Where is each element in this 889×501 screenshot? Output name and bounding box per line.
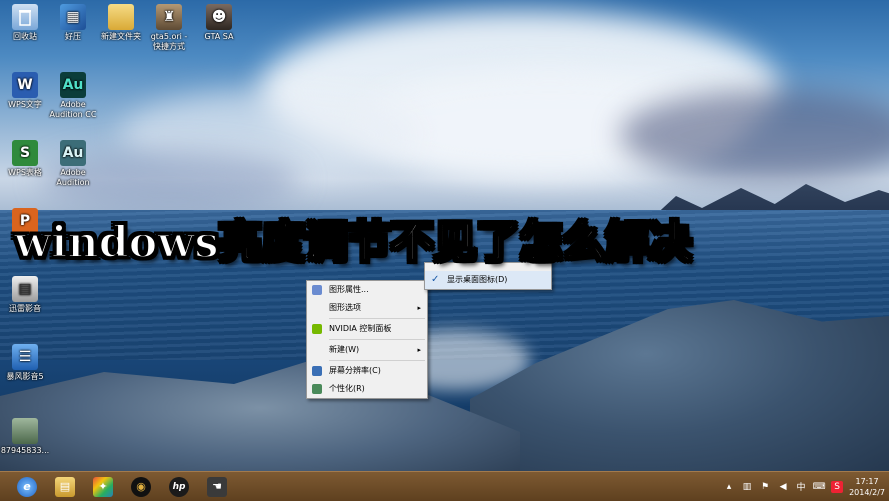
desktop-icon-label: 回收站 [13,32,37,41]
desktop-icon-gta5-shortcut[interactable]: ♜ gta5.ori - 快捷方式 [144,4,194,52]
wps-writer-icon: W [12,72,38,98]
desktop-icon-adobe-audition[interactable]: Au Adobe Audition [48,140,98,188]
keyboard-icon[interactable]: ⌨ [813,481,826,493]
internet-explorer-icon: e [17,476,37,497]
menu-item-graphics-options[interactable]: 图形选项 ▸ [307,299,427,317]
desktop-icon-label: Adobe Audition CC [49,100,97,119]
chevron-right-icon: ▸ [417,346,421,354]
file-explorer-icon: ▤ [55,476,75,497]
desktop-icon-adobe-audition-cc[interactable]: Au Adobe Audition CC [48,72,98,120]
ime-indicator[interactable]: 中 [795,481,807,493]
colorful-app-icon: ✦ [93,476,113,497]
desktop-icon-video-player[interactable]: ▤ 迅雷影音 [0,276,50,314]
desktop-icon-label: 87945833... [0,446,50,455]
desktop-icon-label: Adobe Audition [56,168,90,187]
clock-time: 17:17 [855,476,879,486]
cursor-app-icon: ☚ [207,476,227,497]
desktop-icon-image-file[interactable]: 87945833... [0,418,50,456]
desktop-icon-label: WPS文字 [8,100,42,109]
network-icon[interactable]: ▥ [741,481,753,493]
taskbar-button-explorer[interactable]: ▤ [48,473,82,500]
adobe-audition-icon: Au [60,140,86,166]
taskbar-button-hp[interactable]: hp [162,473,196,500]
desktop-icon-label: GTA SA [204,32,234,41]
personalize-icon [312,384,322,394]
desktop-icon-new-folder[interactable]: 新建文件夹 [96,4,146,42]
gta-sa-icon: ☻ [206,4,232,30]
speaker-icon[interactable]: ◀ [777,481,789,493]
sogou-icon[interactable]: S [831,480,844,493]
chevron-up-icon[interactable]: ▴ [723,481,735,493]
menu-separator [329,339,425,340]
desktop-icon-wps-writer[interactable]: W WPS文字 [0,72,50,110]
desktop-icon-wps-spreadsheet[interactable]: S WPS表格 [0,140,50,178]
system-tray: ▴ ▥ ⚑ ◀ 中 ⌨ S 17:17 2014/2/7 [723,472,885,501]
nvidia-icon [312,324,322,334]
desktop-icon-baofeng-player[interactable]: ☰ 暴风影音5 [0,344,50,382]
recycle-bin-icon [12,4,38,30]
menu-item-graphics-properties[interactable]: 图形属性... [307,281,427,299]
desktop-context-menu: 图形属性... 图形选项 ▸ NVIDIA 控制面板 新建(W) ▸ 屏幕分辨率… [306,280,428,399]
taskbar-button-cursor-app[interactable]: ☚ [200,473,234,500]
baofeng-player-icon: ☰ [12,344,38,370]
image-file-icon [12,418,38,444]
taskbar: e ▤ ✦ ◉ hp ☚ ▴ ▥ ⚑ ◀ 中 ⌨ S 17:17 2014/2/… [0,471,889,501]
menu-item-nvidia-control-panel[interactable]: NVIDIA 控制面板 [307,320,427,338]
graphics-icon [312,285,322,295]
taskbar-button-ie[interactable]: e [10,473,44,500]
wps-spreadsheet-icon: S [12,140,38,166]
banner-title: windows亮度调节不见了怎么解决 [13,217,693,269]
taskbar-button-media[interactable]: ◉ [124,473,158,500]
game-shortcut-icon: ♜ [156,4,182,30]
clock-date: 2014/2/7 [849,487,885,497]
menu-item-screen-resolution[interactable]: 屏幕分辨率(C) [307,362,427,380]
haozip-icon: ▦ [60,4,86,30]
menu-separator [329,318,425,319]
desktop-icon-haozip[interactable]: ▦ 好压 [48,4,98,42]
chevron-right-icon: ▸ [417,304,421,312]
hp-icon: hp [169,476,189,497]
desktop-icon-label: 迅雷影音 [9,304,41,313]
flag-icon[interactable]: ⚑ [759,481,771,493]
folder-icon [108,4,134,30]
taskbar-button-app[interactable]: ✦ [86,473,120,500]
menu-item-new[interactable]: 新建(W) ▸ [307,341,427,359]
adobe-audition-icon: Au [60,72,86,98]
desktop-icon-label: 好压 [65,32,81,41]
desktop-icon-label: gta5.ori - 快捷方式 [150,32,188,51]
media-disc-icon: ◉ [131,476,151,497]
menu-separator [329,360,425,361]
desktop-icon-recycle-bin[interactable]: 回收站 [0,4,50,42]
desktop-icon-label: 新建文件夹 [101,32,141,41]
monitor-icon [312,366,322,376]
desktop-icon-label: 暴风影音5 [6,372,44,381]
desktop-icon-gta-sa[interactable]: ☻ GTA SA [194,4,244,42]
title-banner: windows亮度调节不见了怎么解决 [13,208,874,280]
clock[interactable]: 17:17 2014/2/7 [849,476,885,498]
desktop-icon-label: WPS表格 [8,168,42,177]
menu-item-personalize[interactable]: 个性化(R) [307,380,427,398]
